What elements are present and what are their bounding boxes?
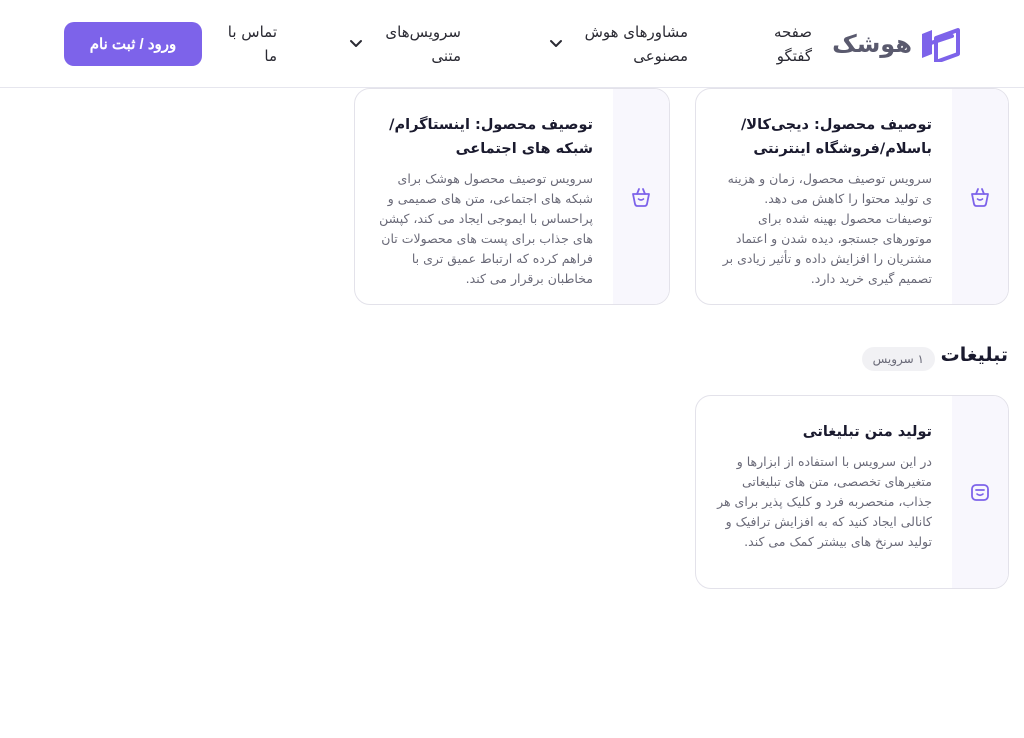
nav-chat-label: صفحه گفتگو <box>773 23 812 65</box>
nav-ai-advisors-label: مشاورهای هوش مصنوعی <box>584 23 688 65</box>
card-description: سرویس توصیف محصول هوشک برای شبکه های اجت… <box>379 171 593 286</box>
nav-contact-us[interactable]: تماس با ما <box>228 20 277 68</box>
card-title: توصیف محصول: دیجی‌کالا/ باسلام/فروشگاه ا… <box>741 117 932 157</box>
section-title-ads: تبلیغات <box>940 344 1008 366</box>
hooshak-logo-icon <box>922 28 960 62</box>
card-icon-panel <box>613 89 669 304</box>
card-body: تولید متن تبلیغاتی در این سرویس با استفا… <box>696 396 952 588</box>
card-icon-panel <box>952 89 1008 304</box>
card-body: توصیف محصول: دیجی‌کالا/ باسلام/فروشگاه ا… <box>696 89 952 304</box>
card-description: در این سرویس با استفاده از ابزارها و متغ… <box>717 454 932 549</box>
service-count-badge: ۱ سرویس <box>861 347 935 371</box>
service-card-instagram[interactable]: توصیف محصول: اینستاگرام/ شبکه های اجتماع… <box>354 88 670 305</box>
service-card-digikala[interactable]: توصیف محصول: دیجی‌کالا/ باسلام/فروشگاه ا… <box>695 88 1009 305</box>
logo-text: هوشک <box>832 30 912 58</box>
nav-text-services-label: سرویس‌های متنی <box>385 23 461 65</box>
login-register-button[interactable]: ورود / ثبت نام <box>64 22 202 66</box>
logo[interactable]: هوشک <box>832 26 962 62</box>
nav-ai-advisors[interactable]: مشاورهای هوش مصنوعی <box>549 20 688 68</box>
chevron-down-icon <box>350 40 363 47</box>
chevron-down-icon <box>549 40 562 47</box>
card-body: توصیف محصول: اینستاگرام/ شبکه های اجتماع… <box>355 89 613 304</box>
card-description: سرویس توصیف محصول، زمان و هزینه ی تولید … <box>722 171 932 286</box>
megaphone-icon <box>971 484 989 501</box>
nav-chat-page[interactable]: صفحه گفتگو <box>774 20 812 68</box>
nav-text-services[interactable]: سرویس‌های متنی <box>349 20 461 68</box>
card-title: توصیف محصول: اینستاگرام/ شبکه های اجتماع… <box>389 117 593 157</box>
top-navbar: هوشک صفحه گفتگو مشاورهای هوش مصنوعی سروی… <box>0 0 1024 88</box>
nav-contact-label: تماس با ما <box>227 23 277 65</box>
service-card-ad-copy[interactable]: تولید متن تبلیغاتی در این سرویس با استفا… <box>695 395 1009 589</box>
basket-icon <box>632 187 650 207</box>
card-icon-panel <box>952 396 1008 588</box>
card-title: تولید متن تبلیغاتی <box>802 424 932 440</box>
basket-icon <box>971 187 989 207</box>
